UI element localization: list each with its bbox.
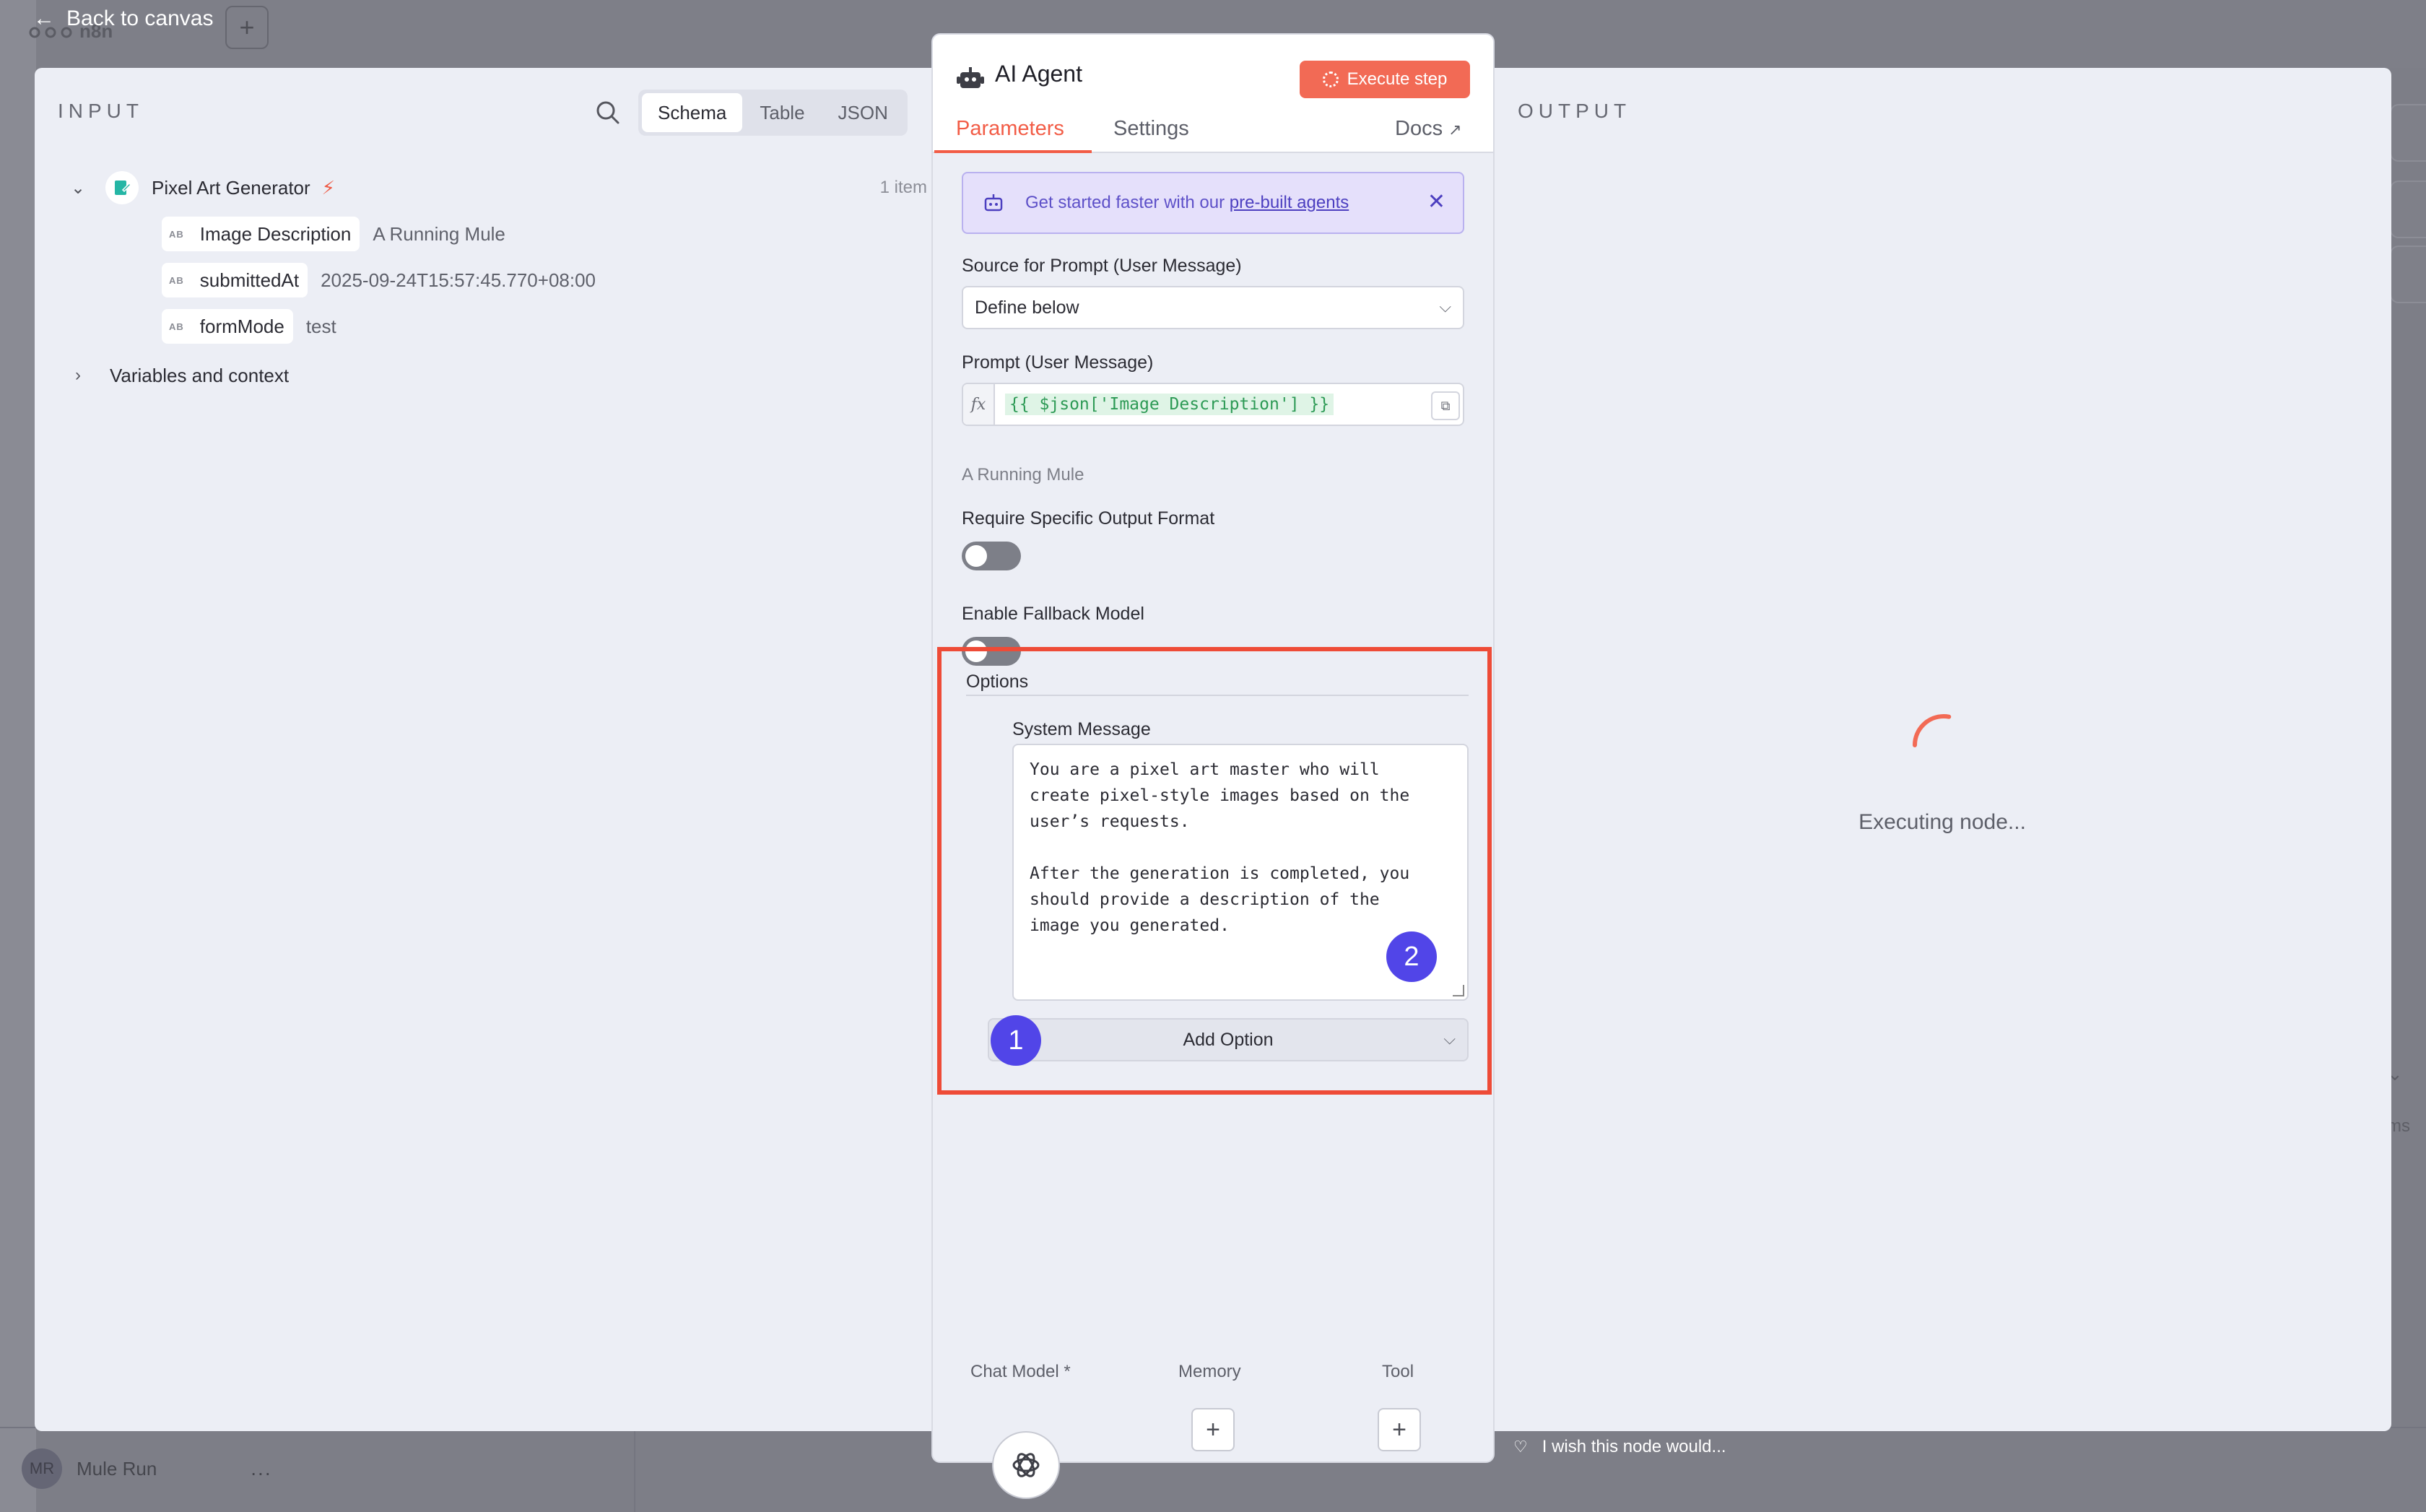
- tab-parameters[interactable]: Parameters: [956, 117, 1064, 141]
- canvas-side-tab: [2390, 104, 2426, 162]
- spinner-icon: [1322, 71, 1339, 87]
- node-name: Pixel Art Generator: [152, 176, 310, 199]
- execute-step-button[interactable]: Execute step: [1300, 61, 1470, 98]
- field-value: A Running Mule: [373, 222, 505, 245]
- robot-icon: [984, 194, 1003, 212]
- avatar: MR: [22, 1448, 62, 1489]
- output-label: OUTPUT: [1518, 100, 1632, 122]
- schema-field: AB formMode test: [162, 303, 927, 349]
- parameters-panel: AI Agent Execute step Parameters Setting…: [931, 33, 1495, 1463]
- add-option-button[interactable]: Add Option ⌵: [988, 1018, 1469, 1061]
- pre-built-agents-banner: Get started faster with our pre-built ag…: [962, 172, 1464, 234]
- loading-spinner-icon: [1913, 714, 1975, 747]
- system-message-label: System Message: [1012, 719, 1151, 739]
- expression-preview: A Running Mule: [962, 465, 1084, 485]
- open-editor-icon[interactable]: ⧉: [1431, 391, 1460, 420]
- resize-handle-icon[interactable]: [1453, 985, 1464, 996]
- trigger-bolt-icon: ⚡: [321, 176, 335, 199]
- tool-label: Tool: [1382, 1362, 1414, 1381]
- chevron-down-icon: ⌵: [1443, 1030, 1456, 1048]
- field-pill[interactable]: AB formMode: [162, 309, 293, 344]
- user-menu[interactable]: MR Mule Run ...: [22, 1446, 272, 1492]
- variables-and-context[interactable]: › Variables and context: [68, 352, 927, 399]
- require-format-toggle[interactable]: [962, 542, 1021, 570]
- require-format-label: Require Specific Output Format: [962, 508, 1215, 529]
- tree-node-pixel-art-generator[interactable]: ⌄ Pixel Art Generator ⚡ 1 item: [68, 165, 927, 211]
- user-name: Mule Run: [77, 1457, 157, 1480]
- schema-field: AB Image Description A Running Mule: [162, 211, 927, 257]
- prompt-expression-input[interactable]: fx {{ $json['Image Description'] }} ⧉: [962, 383, 1464, 426]
- step-badge-2: 2: [1386, 931, 1437, 982]
- external-link-icon: ↗: [1448, 121, 1462, 139]
- divider: [634, 1427, 635, 1512]
- view-table-button[interactable]: Table: [744, 93, 820, 132]
- options-title: Options: [966, 672, 1029, 692]
- chat-model-label: Chat Model *: [970, 1362, 1071, 1381]
- executing-status: Executing node...: [1858, 810, 2026, 834]
- pre-built-agents-link[interactable]: pre-built agents: [1230, 193, 1349, 213]
- add-memory-button[interactable]: +: [1191, 1408, 1235, 1451]
- memory-label: Memory: [1178, 1362, 1241, 1381]
- item-count: 1 item: [879, 178, 927, 197]
- field-value: test: [305, 315, 336, 337]
- options-highlight: Options System Message You are a pixel a…: [937, 647, 1492, 1095]
- field-value: 2025-09-24T15:57:45.770+08:00: [321, 269, 596, 291]
- source-label: Source for Prompt (User Message): [962, 256, 1242, 276]
- form-trigger-icon: [105, 171, 139, 204]
- view-toggle: Schema Table JSON: [638, 90, 908, 136]
- back-to-canvas-button[interactable]: ← Back to canvas: [33, 3, 213, 35]
- chevron-down-icon[interactable]: ⌄: [68, 178, 88, 199]
- canvas-sidebar: [0, 0, 36, 1512]
- string-type-icon: AB: [169, 228, 184, 240]
- tab-settings[interactable]: Settings: [1113, 117, 1189, 141]
- canvas-side-tab: [2390, 181, 2426, 238]
- search-icon[interactable]: [594, 98, 622, 127]
- active-tab-indicator: [934, 150, 1092, 153]
- string-type-icon: AB: [169, 321, 184, 332]
- add-tool-button[interactable]: +: [1378, 1408, 1421, 1451]
- lightbulb-icon: ♡: [1513, 1438, 1528, 1456]
- field-pill[interactable]: AB Image Description: [162, 217, 360, 251]
- chat-model-node[interactable]: [992, 1431, 1060, 1499]
- divider: [966, 695, 1469, 696]
- docs-link[interactable]: Docs ↗: [1395, 117, 1462, 141]
- fallback-label: Enable Fallback Model: [962, 604, 1144, 624]
- string-type-icon: AB: [169, 274, 184, 286]
- schema-tree: ⌄ Pixel Art Generator ⚡ 1 item AB Image D…: [68, 165, 927, 399]
- robot-icon: [957, 67, 984, 88]
- chevron-right-icon: ›: [75, 365, 81, 385]
- more-icon[interactable]: ...: [251, 1457, 271, 1480]
- feedback-link[interactable]: ♡ I wish this node would...: [1513, 1437, 1726, 1457]
- view-schema-button[interactable]: Schema: [642, 93, 743, 132]
- fx-icon: fx: [963, 384, 995, 425]
- panel-header: AI Agent Execute step Parameters Setting…: [933, 35, 1493, 153]
- node-title[interactable]: AI Agent: [995, 61, 1082, 87]
- input-label: INPUT: [58, 100, 144, 122]
- chevron-down-icon: ⌵: [1439, 297, 1451, 316]
- view-json-button[interactable]: JSON: [822, 93, 904, 132]
- prompt-label: Prompt (User Message): [962, 352, 1154, 373]
- openai-icon: [1012, 1453, 1040, 1477]
- canvas-side-tab: [2390, 246, 2426, 303]
- toggle-knob: [965, 545, 987, 567]
- input-pane: INPUT Schema Table JSON ⌄ Pixel Art Gene…: [35, 68, 933, 1431]
- schema-field: AB submittedAt 2025-09-24T15:57:45.770+08…: [162, 257, 927, 303]
- arrow-left-icon: ←: [33, 6, 55, 30]
- add-button[interactable]: +: [225, 6, 269, 49]
- source-select[interactable]: Define below ⌵: [962, 286, 1464, 329]
- close-icon[interactable]: ✕: [1427, 189, 1445, 214]
- step-badge-1: 1: [991, 1015, 1041, 1066]
- field-pill[interactable]: AB submittedAt: [162, 263, 308, 297]
